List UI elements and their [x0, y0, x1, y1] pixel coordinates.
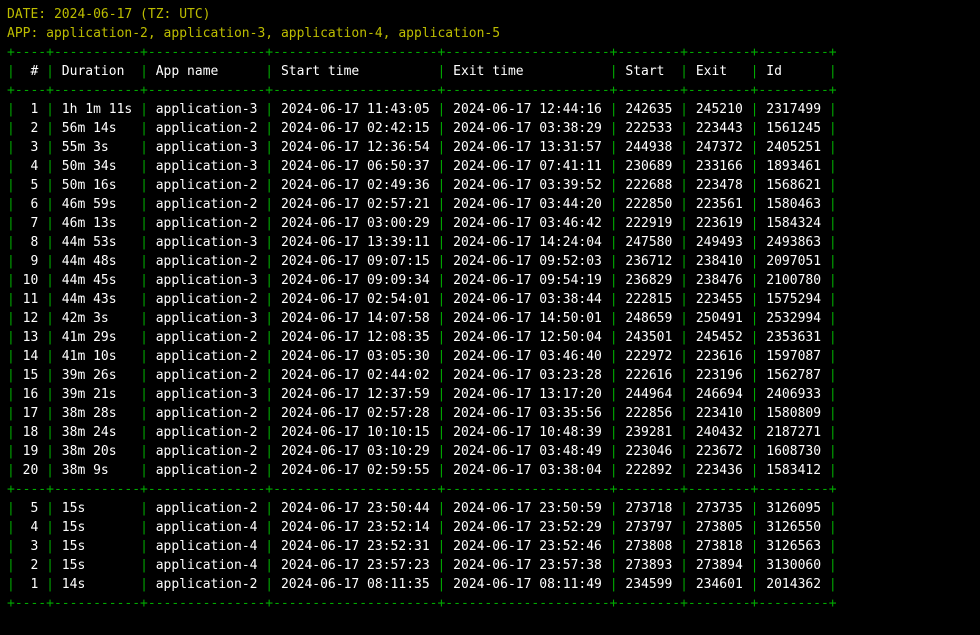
table-row: | 12 | 42m 3s | application-3 | 2024-06-…: [7, 309, 973, 328]
table-row: | 5 | 15s | application-2 | 2024-06-17 2…: [7, 499, 973, 518]
table-row: | 1 | 14s | application-2 | 2024-06-17 0…: [7, 575, 973, 594]
table-row: | 8 | 44m 53s | application-3 | 2024-06-…: [7, 233, 973, 252]
table-row: | 2 | 56m 14s | application-2 | 2024-06-…: [7, 119, 973, 138]
table-row: | 17 | 38m 28s | application-2 | 2024-06…: [7, 404, 973, 423]
table-row: | 4 | 50m 34s | application-3 | 2024-06-…: [7, 157, 973, 176]
header-date: DATE: 2024-06-17 (TZ: UTC): [7, 5, 973, 24]
table-rows-top: | 1 | 1h 1m 11s | application-3 | 2024-0…: [7, 100, 973, 480]
table-row: | 11 | 44m 43s | application-2 | 2024-06…: [7, 290, 973, 309]
header-app: APP: application-2, application-3, appli…: [7, 24, 973, 43]
table-row: | 15 | 39m 26s | application-2 | 2024-06…: [7, 366, 973, 385]
table-row: | 16 | 39m 21s | application-3 | 2024-06…: [7, 385, 973, 404]
table-row: | 3 | 55m 3s | application-3 | 2024-06-1…: [7, 138, 973, 157]
separator-top: +----+-----------+---------------+------…: [7, 43, 973, 62]
table-row: | 10 | 44m 45s | application-3 | 2024-06…: [7, 271, 973, 290]
separator-bottom: +----+-----------+---------------+------…: [7, 594, 973, 613]
separator-header: +----+-----------+---------------+------…: [7, 81, 973, 100]
table-row: | 7 | 46m 13s | application-2 | 2024-06-…: [7, 214, 973, 233]
table-row: | 18 | 38m 24s | application-2 | 2024-06…: [7, 423, 973, 442]
table-row: | 3 | 15s | application-4 | 2024-06-17 2…: [7, 537, 973, 556]
table-header-row: | # | Duration | App name | Start time |…: [7, 62, 973, 81]
table-row: | 1 | 1h 1m 11s | application-3 | 2024-0…: [7, 100, 973, 119]
table-row: | 4 | 15s | application-4 | 2024-06-17 2…: [7, 518, 973, 537]
table-rows-bottom: | 5 | 15s | application-2 | 2024-06-17 2…: [7, 499, 973, 594]
table-row: | 5 | 50m 16s | application-2 | 2024-06-…: [7, 176, 973, 195]
table-row: | 2 | 15s | application-4 | 2024-06-17 2…: [7, 556, 973, 575]
table-row: | 20 | 38m 9s | application-2 | 2024-06-…: [7, 461, 973, 480]
separator-middle: +----+-----------+---------------+------…: [7, 480, 973, 499]
table-row: | 19 | 38m 20s | application-2 | 2024-06…: [7, 442, 973, 461]
table-row: | 13 | 41m 29s | application-2 | 2024-06…: [7, 328, 973, 347]
table-row: | 9 | 44m 48s | application-2 | 2024-06-…: [7, 252, 973, 271]
table-row: | 6 | 46m 59s | application-2 | 2024-06-…: [7, 195, 973, 214]
table-row: | 14 | 41m 10s | application-2 | 2024-06…: [7, 347, 973, 366]
